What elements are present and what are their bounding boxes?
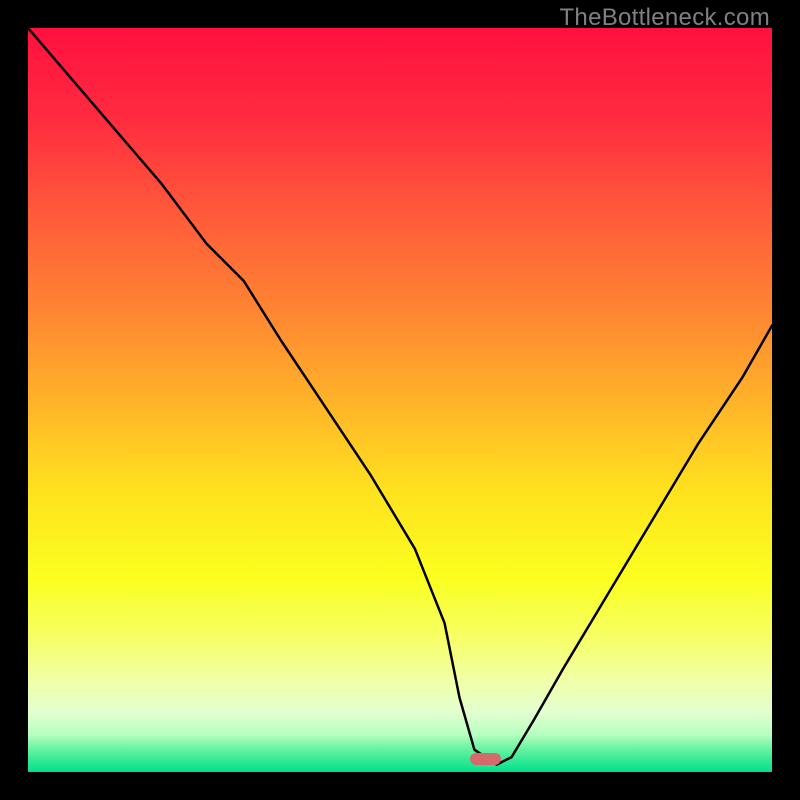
chart-frame: TheBottleneck.com xyxy=(0,0,800,800)
bottleneck-curve xyxy=(28,28,772,772)
gradient-plot-area xyxy=(28,28,772,772)
optimal-point-marker xyxy=(470,753,501,765)
